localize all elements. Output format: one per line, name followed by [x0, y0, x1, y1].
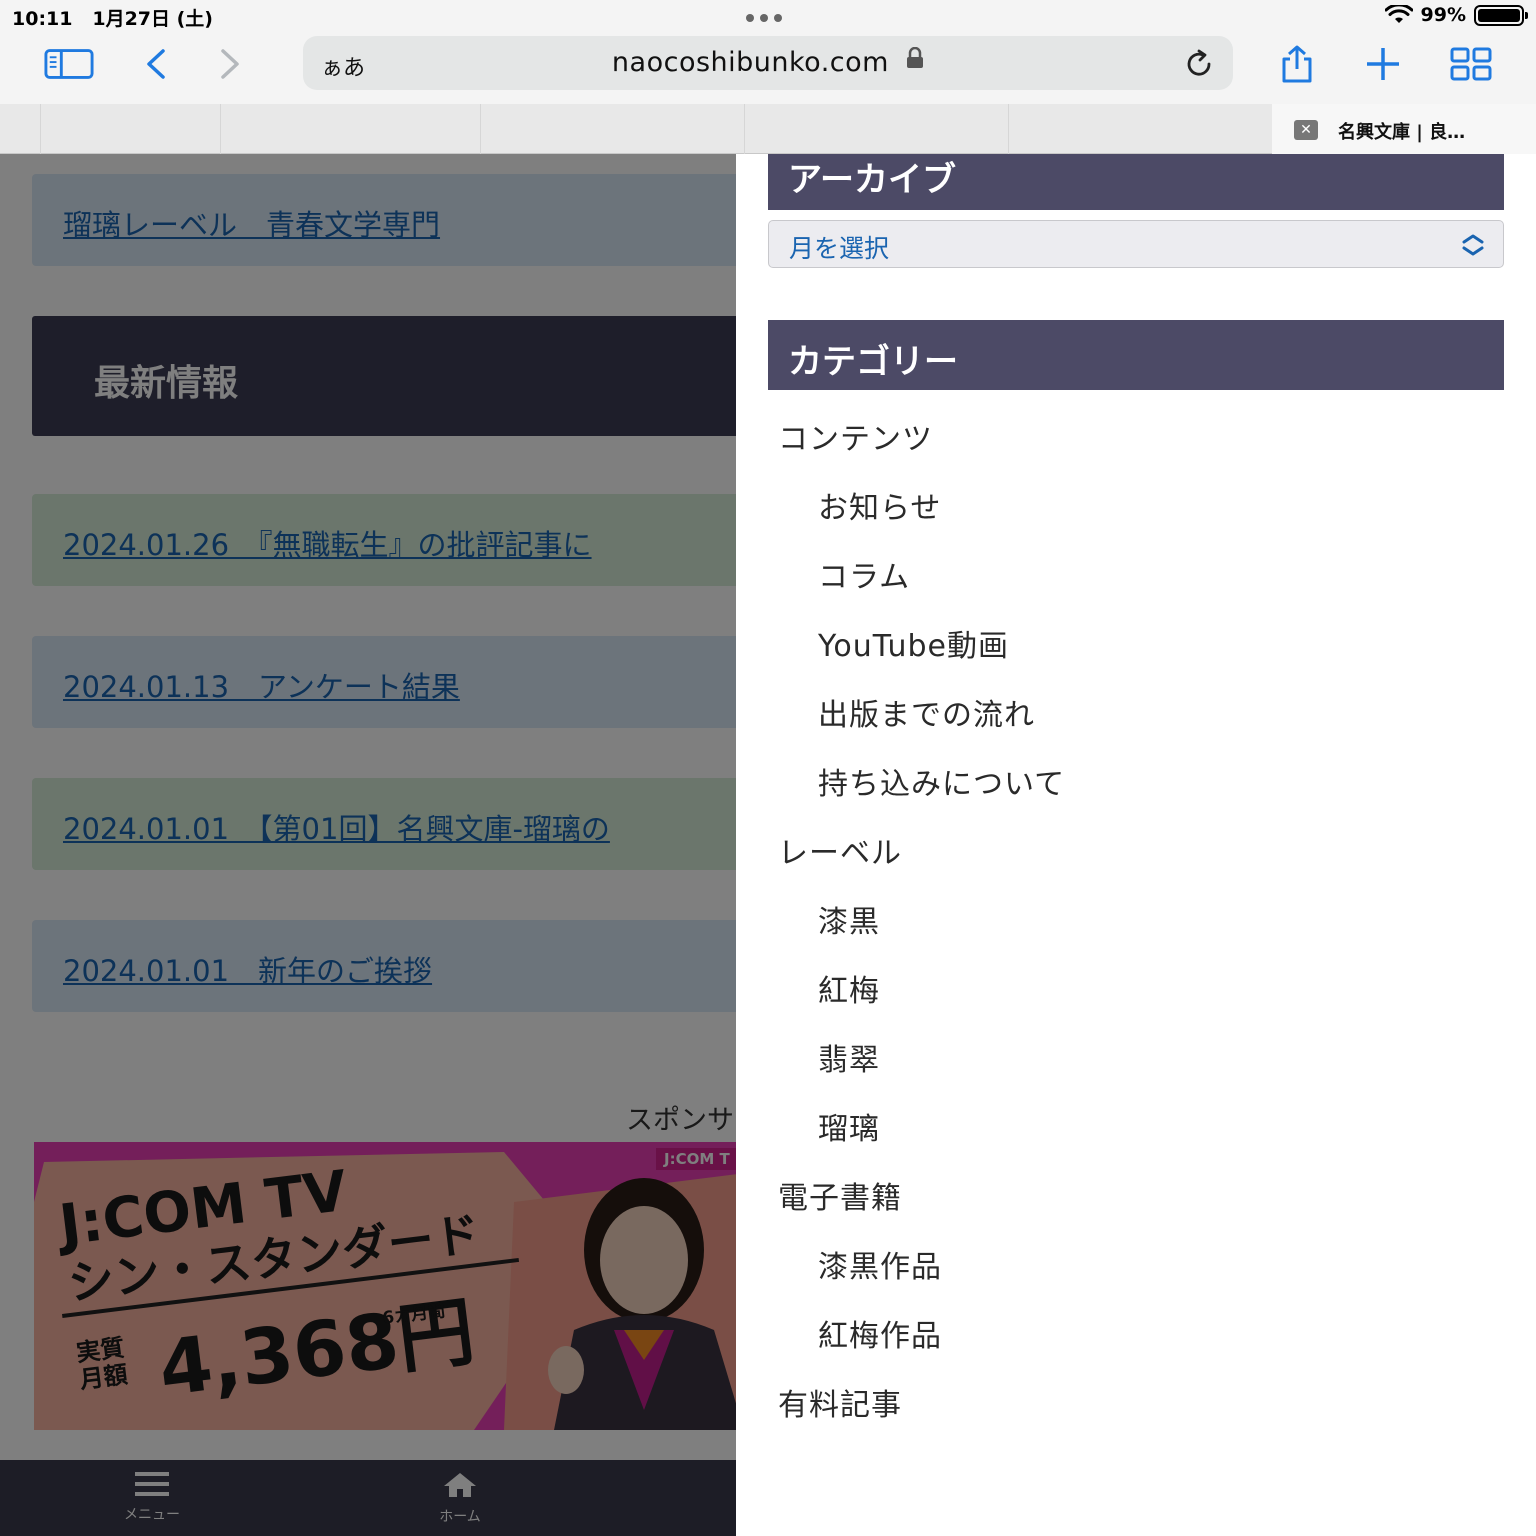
- category-item[interactable]: 持ち込みについて: [736, 745, 1536, 814]
- category-heading: カテゴリー: [788, 342, 958, 382]
- select-updown-icon: [1462, 234, 1484, 256]
- chevron-left-icon: [147, 49, 165, 79]
- archive-month-select[interactable]: 月を選択: [768, 220, 1504, 268]
- plus-icon: [1367, 48, 1399, 80]
- category-list: コンテンツ お知らせ コラム YouTube動画 出版までの流れ 持ち込みについ…: [736, 400, 1536, 1435]
- category-item[interactable]: YouTube動画: [736, 607, 1536, 676]
- category-item[interactable]: 紅梅作品: [736, 1297, 1536, 1366]
- category-header: カテゴリー: [768, 320, 1504, 390]
- reload-icon[interactable]: [1183, 48, 1215, 80]
- category-item[interactable]: 紅梅: [736, 952, 1536, 1021]
- tab-separator: [744, 104, 745, 154]
- new-tab-button[interactable]: [1358, 42, 1408, 86]
- category-item[interactable]: 瑠璃: [736, 1090, 1536, 1159]
- battery-icon: [1474, 4, 1528, 26]
- category-item[interactable]: 有料記事: [736, 1366, 1536, 1435]
- battery-percent: 99%: [1420, 4, 1466, 26]
- lock-icon: [907, 47, 924, 68]
- multitasking-dots[interactable]: [746, 14, 790, 22]
- category-item[interactable]: お知らせ: [736, 469, 1536, 538]
- category-item[interactable]: 漆黒: [736, 883, 1536, 952]
- url-label: naocoshibunko.com: [611, 47, 889, 78]
- tab-separator: [1008, 104, 1009, 154]
- status-time: 10:11 1月27日 (土): [12, 8, 213, 30]
- category-item[interactable]: 翡翠: [736, 1021, 1536, 1090]
- tab-separator: [40, 104, 41, 154]
- status-right: 99%: [1384, 3, 1528, 27]
- wifi-icon: [1384, 5, 1413, 23]
- tab-title: 名興文庫 | 良…: [1338, 122, 1466, 143]
- category-item[interactable]: コラム: [736, 538, 1536, 607]
- share-button[interactable]: [1272, 42, 1322, 86]
- side-drawer: アーカイブ 月を選択 カテゴリー コンテンツ お知らせ コラム YouTube動…: [736, 154, 1536, 1536]
- archive-header: アーカイブ: [768, 154, 1504, 210]
- category-item[interactable]: 漆黒作品: [736, 1228, 1536, 1297]
- category-item[interactable]: レーベル: [736, 814, 1536, 883]
- archive-select-value: 月を選択: [789, 234, 890, 263]
- back-button[interactable]: [130, 42, 180, 86]
- chevron-right-icon: [221, 49, 239, 79]
- grid-icon: [1450, 47, 1492, 81]
- tab-bar: ✕ 名興文庫 | 良…: [0, 104, 1536, 155]
- close-tab-icon[interactable]: ✕: [1294, 120, 1318, 140]
- category-item[interactable]: 電子書籍: [736, 1159, 1536, 1228]
- sidebar-icon: [44, 49, 94, 79]
- active-tab[interactable]: ✕ 名興文庫 | 良…: [1272, 104, 1536, 155]
- address-bar[interactable]: ぁあ naocoshibunko.com: [303, 36, 1233, 90]
- dim-overlay[interactable]: [0, 154, 736, 1536]
- archive-heading: アーカイブ: [788, 160, 956, 200]
- sidebar-toggle-button[interactable]: [44, 42, 94, 86]
- tab-overview-button[interactable]: [1446, 42, 1496, 86]
- share-icon: [1282, 45, 1312, 83]
- status-bar: 10:11 1月27日 (土) 99%: [0, 0, 1536, 30]
- category-item[interactable]: 出版までの流れ: [736, 676, 1536, 745]
- tab-separator: [220, 104, 221, 154]
- browser-toolbar: ぁあ naocoshibunko.com: [0, 30, 1536, 104]
- forward-button[interactable]: [206, 42, 256, 86]
- battery-fill: [1478, 8, 1520, 22]
- category-item[interactable]: コンテンツ: [736, 400, 1536, 469]
- url-text[interactable]: naocoshibunko.com: [303, 47, 1233, 78]
- tab-separator: [480, 104, 481, 154]
